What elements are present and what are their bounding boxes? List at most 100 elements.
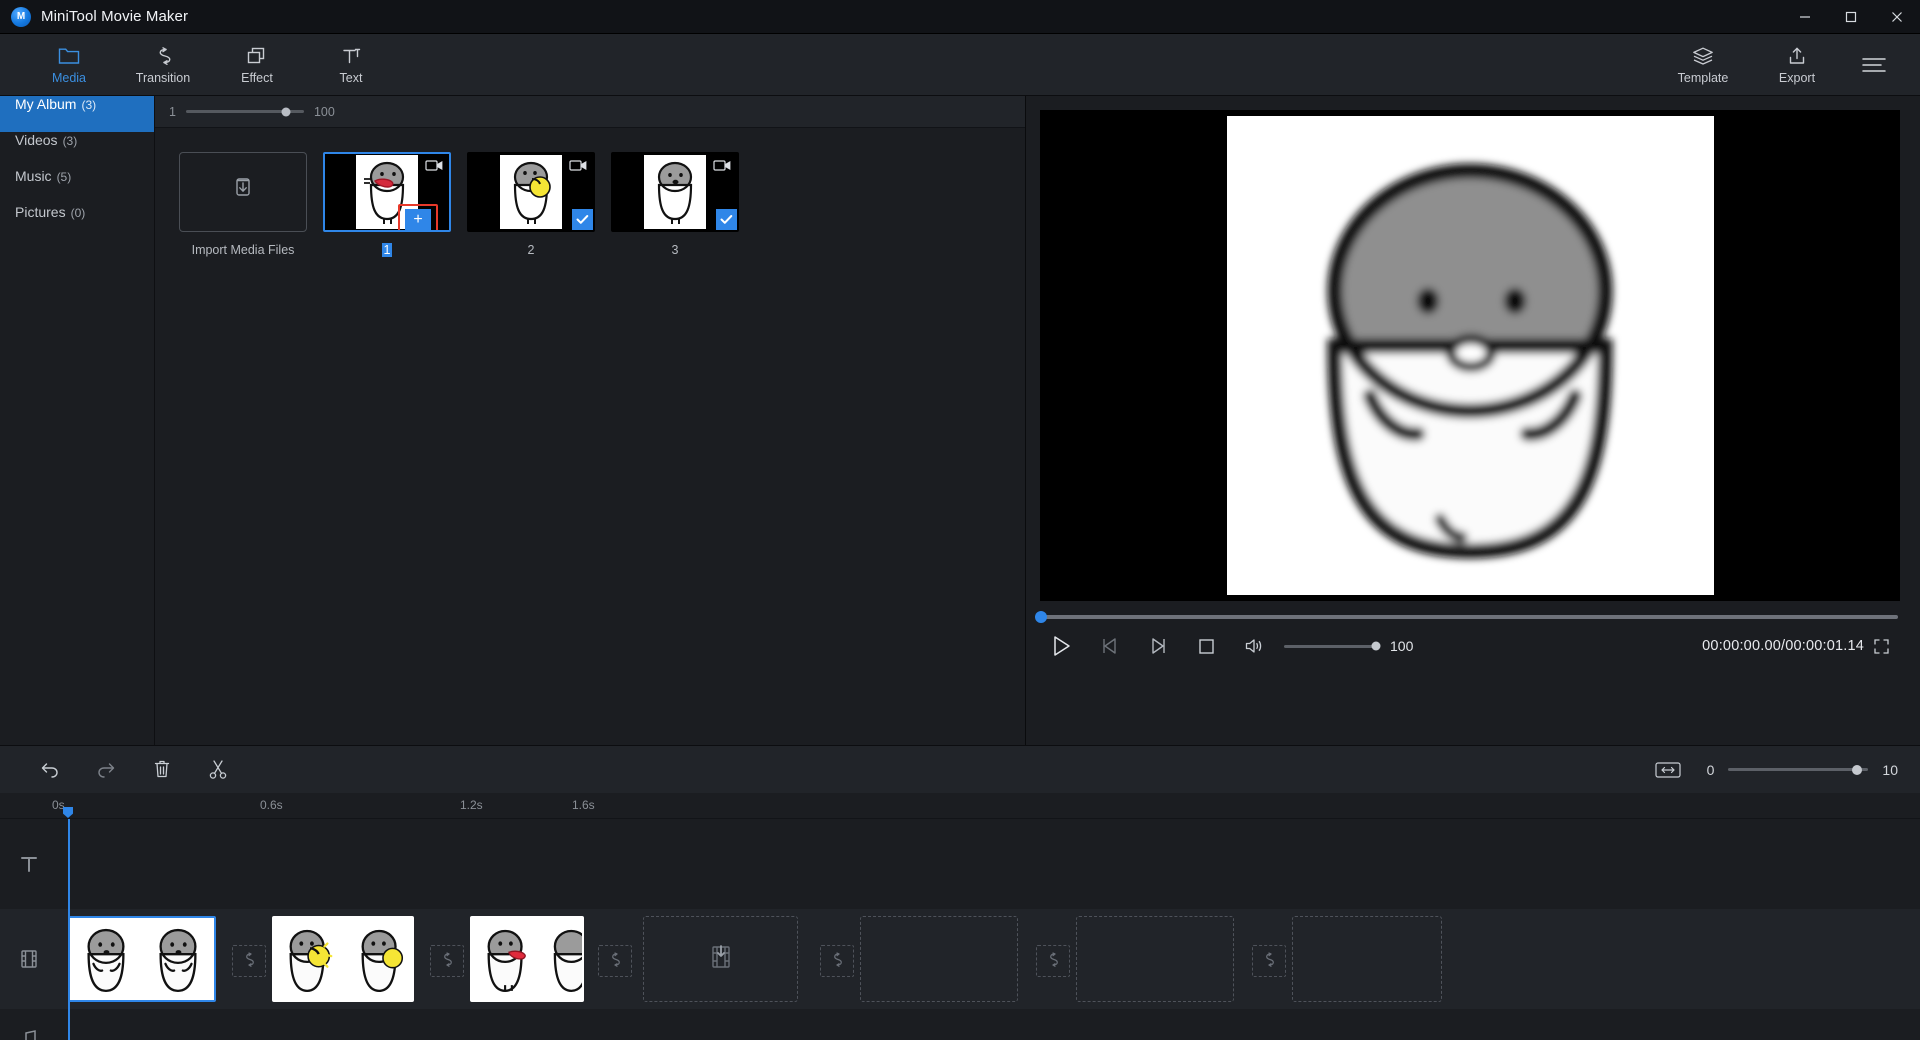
playhead-marker[interactable] (63, 807, 73, 818)
media-zoom-slider[interactable] (185, 107, 304, 116)
tab-transition[interactable]: Transition (116, 34, 210, 96)
transition-slot[interactable] (430, 945, 464, 977)
ruler-label: 1.2s (460, 798, 483, 812)
timeline-toolbar: 0 10 (0, 745, 1920, 793)
text-icon (340, 45, 362, 67)
fit-to-screen-icon[interactable] (1651, 757, 1685, 783)
sidebar-item-count: (3) (62, 134, 78, 148)
media-zoom-max: 100 (313, 104, 335, 119)
transition-icon (152, 45, 174, 67)
upload-icon (1786, 45, 1808, 67)
empty-clip-slot[interactable] (1292, 916, 1442, 1002)
media-item-3[interactable]: 3 (611, 152, 739, 257)
film-track-icon (0, 909, 58, 1009)
media-zoom-min: 1 (169, 104, 176, 119)
sidebar-item-count: (3) (81, 98, 97, 112)
volume-icon[interactable] (1230, 626, 1278, 666)
sidebar-item-pictures[interactable]: Pictures (0) (0, 204, 154, 240)
sidebar-item-music[interactable]: Music (5) (0, 168, 154, 204)
music-track-icon (0, 1009, 58, 1040)
media-item-1[interactable]: + 1 (323, 152, 451, 257)
media-thumbnail[interactable] (611, 152, 739, 232)
play-icon[interactable] (1038, 626, 1086, 666)
timeline-zoom-slider[interactable] (1728, 764, 1869, 775)
volume-slider[interactable] (1284, 641, 1381, 651)
ruler-label: 1.6s (572, 798, 595, 812)
sidebar-item-my-album[interactable]: My Album (3) (0, 96, 154, 132)
tab-media[interactable]: Media (22, 34, 116, 96)
sidebar: My Album (3) Videos (3) Music (5) Pictur… (0, 96, 155, 745)
transition-slot[interactable] (598, 945, 632, 977)
import-media-button[interactable] (179, 152, 307, 232)
redo-icon[interactable] (78, 746, 134, 794)
export-label: Export (1778, 70, 1816, 85)
text-track-body[interactable] (58, 819, 1920, 909)
video-camera-icon (569, 159, 587, 172)
tab-effect[interactable]: Effect (210, 34, 304, 96)
volume-knob[interactable] (1371, 641, 1381, 651)
media-thumbnail[interactable]: + (323, 152, 451, 232)
timeline-clip-1[interactable] (68, 916, 216, 1002)
hamburger-menu-icon[interactable] (1844, 34, 1904, 96)
previous-frame-icon[interactable] (1086, 626, 1134, 666)
transition-slot[interactable] (232, 945, 266, 977)
video-preview[interactable] (1040, 110, 1900, 601)
clip-frame (544, 918, 582, 1000)
title-bar: M MiniTool Movie Maker (0, 0, 1920, 34)
next-frame-icon[interactable] (1134, 626, 1182, 666)
media-thumbnail[interactable] (467, 152, 595, 232)
empty-clip-slot[interactable] (643, 916, 798, 1002)
media-item-2[interactable]: 2 (467, 152, 595, 257)
preview-controls: 100 00:00:00.00/00:00:01.14 (1026, 619, 1920, 673)
playhead[interactable] (68, 819, 70, 1040)
empty-clip-slot[interactable] (860, 916, 1018, 1002)
transition-slot[interactable] (820, 945, 854, 977)
video-frame-art (1226, 116, 1714, 595)
selected-checkmark-icon[interactable] (716, 209, 737, 230)
scissors-icon[interactable] (190, 746, 246, 794)
preview-progress-bar[interactable] (1035, 611, 1898, 623)
preview-progress-knob[interactable] (1035, 611, 1047, 623)
import-download-icon (230, 176, 256, 209)
timeline-clip-3[interactable] (470, 916, 584, 1002)
clip-frame (346, 918, 412, 1000)
video-track-body[interactable] (58, 909, 1920, 1009)
tab-transition-label: Transition (135, 70, 191, 85)
fullscreen-icon[interactable] (1864, 629, 1898, 663)
import-media-tile[interactable]: Import Media Files (179, 152, 307, 257)
media-zoom-knob[interactable] (281, 107, 291, 116)
media-thumb-art-bird-yellow (500, 155, 562, 229)
maximize-icon[interactable] (1828, 0, 1874, 33)
transition-slot[interactable] (1252, 945, 1286, 977)
stop-icon[interactable] (1182, 626, 1230, 666)
timeline-clip-2[interactable] (272, 916, 414, 1002)
add-to-timeline-button[interactable]: + (405, 209, 431, 230)
export-button[interactable]: Export (1750, 34, 1844, 96)
selected-checkmark-icon[interactable] (572, 209, 593, 230)
window-controls (1782, 0, 1920, 33)
timeline-ruler[interactable]: 0s 0.6s 1.2s 1.6s (0, 793, 1920, 819)
media-panel: 1 100 Import Media Files + 1 2 3 (155, 96, 1026, 745)
folder-icon (58, 45, 80, 67)
timeline-zoom-knob[interactable] (1852, 764, 1863, 775)
transition-slot[interactable] (1036, 945, 1070, 977)
sidebar-item-videos[interactable]: Videos (3) (0, 132, 154, 168)
close-icon[interactable] (1874, 0, 1920, 33)
timeline-track-text (0, 819, 1920, 909)
trash-icon[interactable] (134, 746, 190, 794)
music-track-body[interactable] (58, 1009, 1920, 1040)
volume-value: 100 (1390, 638, 1414, 654)
undo-icon[interactable] (22, 746, 78, 794)
tab-text-label: Text (339, 70, 363, 85)
sidebar-item-count: (0) (70, 206, 86, 220)
empty-clip-slot[interactable] (1076, 916, 1234, 1002)
tab-text[interactable]: Text (304, 34, 398, 96)
timeline-track-video (0, 909, 1920, 1009)
template-button[interactable]: Template (1656, 34, 1750, 96)
timeline-zoom-max: 10 (1882, 761, 1898, 778)
minimize-icon[interactable] (1782, 0, 1828, 33)
sidebar-item-label: Videos (15, 132, 58, 148)
tab-effect-label: Effect (241, 70, 273, 85)
main-toolbar: Media Transition Effect Text Template Ex… (0, 34, 1920, 96)
video-camera-icon (425, 159, 443, 172)
